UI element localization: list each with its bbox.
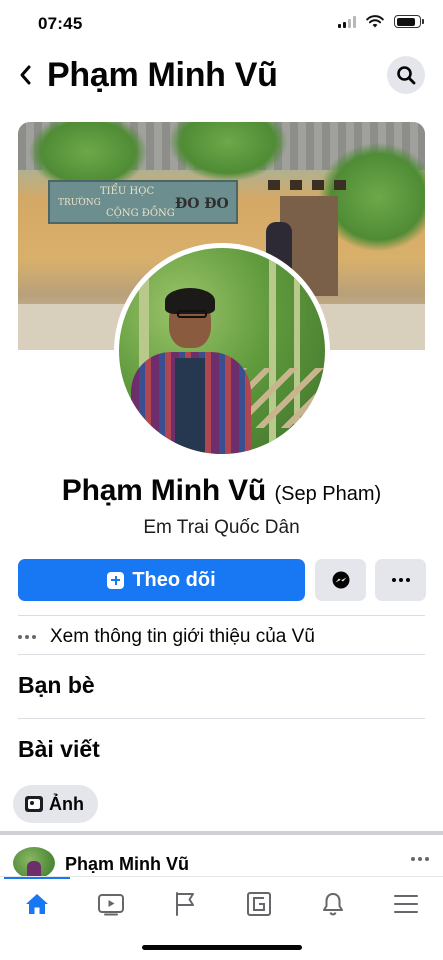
posts-section-title: Bài viết	[18, 736, 100, 762]
profile-alternate-name: (Sep Pham)	[274, 483, 382, 505]
more-dots-icon	[411, 857, 429, 861]
tab-home[interactable]	[17, 887, 57, 921]
flag-icon	[176, 892, 194, 916]
post-author-name[interactable]: Phạm Minh Vũ	[65, 854, 189, 875]
photos-button[interactable]: Ảnh	[13, 785, 98, 823]
bell-icon	[323, 893, 343, 916]
chevron-left-icon	[20, 65, 31, 85]
follow-button[interactable]: Theo dõi	[18, 559, 305, 601]
tab-watch[interactable]	[91, 887, 131, 921]
section-separator	[0, 831, 443, 835]
tab-gaming[interactable]	[239, 887, 279, 921]
divider	[18, 654, 425, 655]
post-header: Phạm Minh Vũ	[0, 845, 443, 879]
profile-name-main: Phạm Minh Vũ	[61, 474, 267, 507]
home-icon	[26, 894, 48, 914]
more-dots-icon	[391, 578, 410, 582]
divider	[18, 615, 425, 616]
avatar	[119, 248, 325, 454]
profile-header: Phạm Minh Vũ	[0, 50, 443, 102]
battery-icon	[394, 15, 424, 28]
profile-picture[interactable]	[114, 243, 330, 459]
photo-icon	[25, 796, 43, 812]
profile-name: Phạm Minh Vũ (Sep Pham)	[0, 474, 443, 508]
more-options-button[interactable]	[375, 559, 426, 601]
tab-menu[interactable]	[386, 887, 426, 921]
follow-plus-icon	[107, 571, 125, 589]
messenger-icon	[332, 571, 349, 589]
about-info-label: Xem thông tin giới thiệu của Vũ	[50, 626, 315, 647]
signal-icon	[338, 15, 356, 28]
post-more-button[interactable]	[411, 857, 429, 861]
tab-pages[interactable]	[165, 887, 205, 921]
menu-icon	[394, 895, 418, 913]
video-icon	[98, 894, 124, 916]
divider	[18, 718, 425, 719]
cover-school-sign: TIỂU HỌC TRƯỜNG CỘNG ĐỒNG ĐO ĐO	[48, 180, 238, 224]
status-icons	[338, 15, 424, 28]
profile-bio: Em Trai Quốc Dân	[143, 517, 300, 538]
back-button[interactable]	[14, 60, 36, 90]
home-indicator	[142, 945, 302, 950]
search-icon	[397, 66, 416, 85]
photos-label: Ảnh	[49, 793, 84, 814]
status-bar: 07:45	[0, 0, 443, 46]
status-time: 07:45	[38, 14, 83, 33]
more-dots-icon	[18, 635, 36, 639]
search-button[interactable]	[387, 56, 425, 94]
active-tab-indicator	[4, 877, 70, 879]
friends-section-title[interactable]: Bạn bè	[18, 672, 95, 699]
page-title: Phạm Minh Vũ	[47, 56, 278, 94]
gaming-icon	[247, 892, 271, 916]
about-info-link[interactable]: Xem thông tin giới thiệu của Vũ	[18, 622, 315, 652]
follow-button-label: Theo dõi	[132, 568, 216, 591]
wifi-icon	[366, 15, 384, 28]
post-author-avatar[interactable]	[13, 847, 55, 879]
message-button[interactable]	[315, 559, 366, 601]
tab-notifications[interactable]	[313, 887, 353, 921]
bottom-tab-bar	[0, 876, 443, 928]
